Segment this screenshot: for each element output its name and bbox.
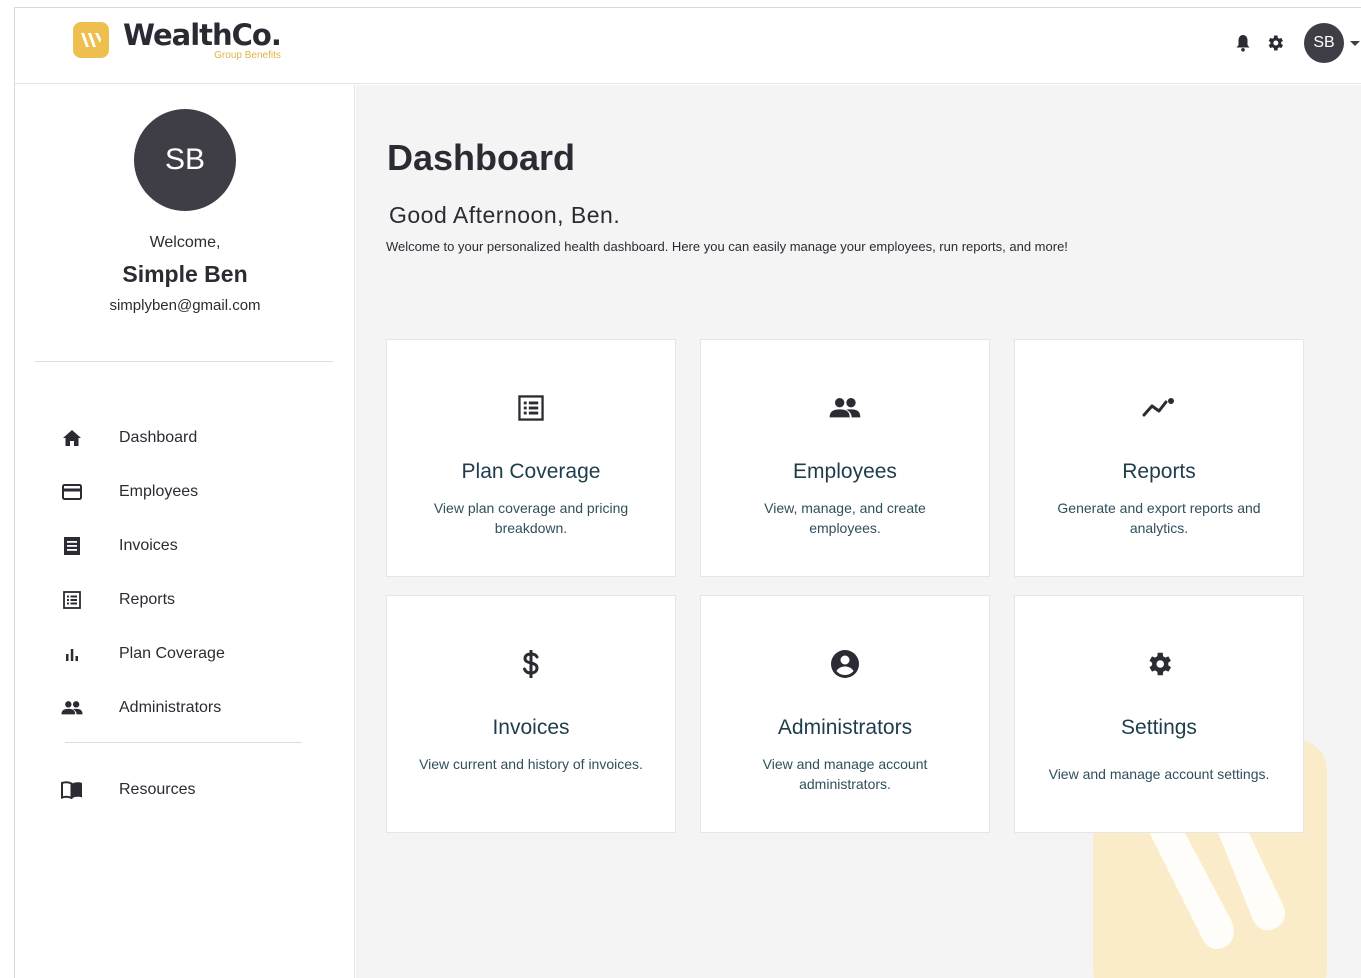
bell-icon[interactable] <box>1232 32 1254 54</box>
sidebar-item-label: Dashboard <box>119 429 198 446</box>
card-settings[interactable]: Settings View and manage account setting… <box>1014 595 1304 833</box>
card-title: Plan Coverage <box>461 460 601 483</box>
sidebar-item-label: Plan Coverage <box>119 645 225 662</box>
divider <box>65 742 302 743</box>
brand-tagline: Group Benefits <box>214 50 281 61</box>
sidebar-item-reports[interactable]: Reports <box>61 585 331 615</box>
sidebar-item-employees[interactable]: Employees <box>61 477 331 507</box>
card-reports[interactable]: Reports Generate and export reports and … <box>1014 339 1304 577</box>
card-title: Invoices <box>492 716 570 739</box>
logo-mark-icon <box>73 22 109 58</box>
bar-chart-icon <box>61 643 83 665</box>
page-title: Dashboard <box>387 137 576 178</box>
card-invoices[interactable]: Invoices View current and history of inv… <box>386 595 676 833</box>
card-title: Administrators <box>777 716 913 739</box>
gear-icon[interactable] <box>1264 32 1286 54</box>
sidebar-item-label: Resources <box>119 781 196 798</box>
receipt-icon <box>61 535 83 557</box>
user-name: Simple Ben <box>122 261 248 287</box>
people-icon <box>61 697 83 719</box>
card-employees[interactable]: Employees View, manage, and create emplo… <box>700 339 990 577</box>
app-window: WealthCo. Group Benefits SB SB Welcome, … <box>14 7 1361 978</box>
brand-name: WealthCo. <box>123 18 282 52</box>
card-administrators[interactable]: Administrators View and manage account a… <box>700 595 990 833</box>
dollar-icon <box>387 650 675 678</box>
card-description: View and manage account settings. <box>1048 766 1270 782</box>
welcome-text: Welcome, <box>149 234 221 251</box>
top-actions: SB <box>1232 23 1361 63</box>
card-plan-coverage[interactable]: Plan Coverage View plan coverage and pri… <box>386 339 676 577</box>
book-icon <box>61 779 83 801</box>
divider <box>35 361 333 362</box>
card-title: Employees <box>793 460 897 483</box>
top-bar: WealthCo. Group Benefits SB <box>15 8 1361 84</box>
main-content: Dashboard Good Afternoon, Ben. Welcome t… <box>356 85 1361 978</box>
sidebar-item-label: Invoices <box>119 537 178 554</box>
card-description: Generate and export reports and analytic… <box>1057 500 1261 536</box>
trend-icon <box>1015 394 1303 422</box>
sidebar-item-label: Reports <box>119 591 176 608</box>
card-title: Reports <box>1122 460 1196 483</box>
card-description: View plan coverage and pricing breakdown… <box>433 500 629 536</box>
sidebar-item-administrators[interactable]: Administrators <box>61 693 331 723</box>
sidebar-item-plan-coverage[interactable]: Plan Coverage <box>61 639 331 669</box>
profile-avatar: SB <box>134 109 236 211</box>
greeting: Good Afternoon, Ben. <box>389 202 621 228</box>
home-icon <box>61 427 83 449</box>
card-description: View and manage account administrators. <box>762 756 928 792</box>
sidebar-item-dashboard[interactable]: Dashboard <box>61 423 331 453</box>
list-icon <box>61 589 83 611</box>
card-description: View, manage, and create employees. <box>764 500 926 536</box>
intro-text: Welcome to your personalized health dash… <box>386 239 1068 254</box>
card-description: View current and history of invoices. <box>419 756 643 772</box>
chevron-down-icon[interactable] <box>1350 40 1360 46</box>
card-icon <box>61 481 83 503</box>
people-icon <box>701 394 989 422</box>
list-icon <box>387 394 675 422</box>
sidebar-item-label: Administrators <box>119 699 222 716</box>
sidebar: SB Welcome, Simple Ben simplyben@gmail.c… <box>15 85 355 978</box>
sidebar-item-invoices[interactable]: Invoices <box>61 531 331 561</box>
user-email: simplyben@gmail.com <box>109 297 261 314</box>
sidebar-item-resources[interactable]: Resources <box>61 775 331 805</box>
sidebar-item-label: Employees <box>119 483 199 500</box>
account-circle-icon <box>701 650 989 678</box>
user-avatar[interactable]: SB <box>1304 23 1344 63</box>
gear-icon <box>1015 650 1303 678</box>
card-title: Settings <box>1121 716 1197 739</box>
brand-logo[interactable]: WealthCo. Group Benefits <box>73 18 282 74</box>
